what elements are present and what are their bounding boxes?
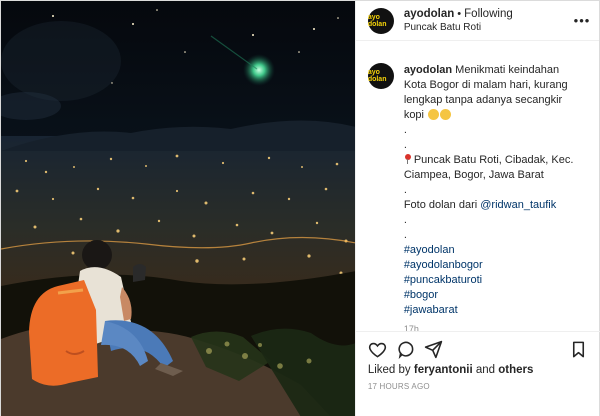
more-options-icon[interactable]: ••• <box>573 12 591 30</box>
caption-dot-2: . <box>403 139 407 151</box>
hashtag-ayodolanbogor[interactable]: #ayodolanbogor <box>404 258 584 273</box>
account-avatar[interactable]: ayo dolan <box>367 7 394 34</box>
account-info: ayodolan • Following Puncak Batu Roti <box>404 7 573 35</box>
comet-glow <box>243 54 275 86</box>
caption-dot-5: . <box>403 229 407 241</box>
post-photo[interactable] <box>1 1 355 416</box>
caption-location-line: Puncak Batu Roti, Cibadak, Kec. <box>404 153 584 168</box>
instagram-post: ayo dolan ayodolan • Following Puncak Batu… <box>0 0 600 416</box>
heart-icon[interactable] <box>364 336 392 364</box>
post-sidebar: ayo dolan ayodolan • Following Puncak Batu… <box>354 1 600 416</box>
night-city-photo <box>1 1 355 416</box>
caption-line-3: lengkap tanpa adanya secangkir <box>403 94 563 106</box>
caption-credit-text: Foto dolan dari <box>403 199 478 211</box>
hashtag-puncakbaturoti[interactable]: #puncakbaturoti <box>404 273 584 288</box>
liked-by-prefix: Liked by <box>367 364 411 376</box>
caption-credit-line: Foto dolan dari @ridwan_taufik <box>404 198 584 213</box>
hashtag-jawabarat[interactable]: #jawabarat <box>404 303 584 318</box>
liked-by-user[interactable]: feryantonii <box>414 364 473 376</box>
caption-area: ayo dolan ayodolan Menikmati keindahan K… <box>356 53 600 333</box>
caption-username[interactable]: ayodolan <box>404 64 452 76</box>
post-actions <box>355 331 600 367</box>
bookmark-icon[interactable] <box>565 336 593 364</box>
caption-line-2: Kota Bogor di malam hari, kurang <box>403 79 568 91</box>
follow-status[interactable]: Following <box>464 8 513 20</box>
caption-avatar[interactable]: ayo dolan <box>367 63 394 89</box>
grin-emoji-icon <box>440 109 452 120</box>
likes-summary: Liked by feryantonii and others <box>368 364 534 376</box>
liked-by-suffix: and <box>475 364 496 376</box>
caption-line-4-text: kopi <box>403 109 424 121</box>
caption-row: ayo dolan ayodolan Menikmati keindahan K… <box>367 63 589 318</box>
caption-dot-1: . <box>403 124 407 136</box>
hashtag-ayodolan[interactable]: #ayodolan <box>404 243 584 258</box>
hashtag-bogor[interactable]: #bogor <box>404 288 584 303</box>
caption-location-text: Puncak Batu Roti, Cibadak, Kec. <box>413 154 574 166</box>
post-header: ayo dolan ayodolan • Following Puncak Batu… <box>355 1 599 41</box>
caption-location-line-2: Ciampea, Bogor, Jawa Barat <box>403 169 544 181</box>
username-separator: • <box>457 7 462 20</box>
posted-time[interactable]: 17 HOURS AGO <box>368 382 430 391</box>
post-location[interactable]: Puncak Batu Roti <box>404 21 573 35</box>
caption-line-4: kopi <box>404 108 584 123</box>
grin-emoji-icon <box>428 109 440 120</box>
liked-by-others[interactable]: others <box>498 364 533 376</box>
caption-dot-3: . <box>403 184 407 196</box>
caption-dot-4: . <box>403 214 407 226</box>
account-username[interactable]: ayodolan <box>404 8 454 20</box>
caption-line-1: Menikmati keindahan <box>455 64 560 76</box>
share-icon[interactable] <box>420 336 448 364</box>
mention-link[interactable]: @ridwan_taufik <box>480 199 556 211</box>
location-pin-icon <box>404 154 412 164</box>
caption-text: ayodolan Menikmati keindahan Kota Bogor … <box>404 63 584 318</box>
comment-icon[interactable] <box>392 336 420 364</box>
